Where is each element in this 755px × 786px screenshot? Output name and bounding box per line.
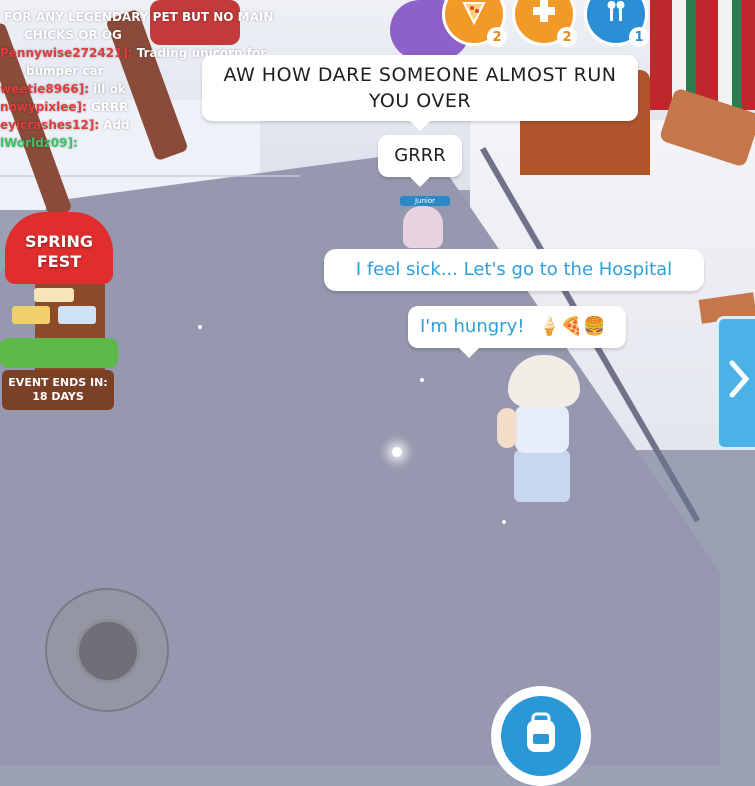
chevron-right-icon — [728, 359, 750, 408]
snowflake — [502, 520, 506, 524]
chat-message: ill ok — [93, 82, 126, 96]
sign-card — [58, 306, 96, 324]
chat-line: FOR ANY LEGENDARY PET BUT NO MAIN — [0, 8, 300, 26]
chat-message: GRRR — [90, 100, 129, 114]
snowflake — [198, 325, 202, 329]
backpack-button-inner[interactable] — [501, 696, 581, 776]
chat-username: weetie8966]: — [0, 82, 90, 96]
speech-bubble-grrr: GRRR — [378, 135, 462, 187]
health-plus-icon — [530, 0, 558, 32]
joystick-thumb[interactable] — [76, 619, 140, 683]
event-timer: EVENT ENDS IN: 18 DAYS — [2, 370, 114, 410]
chat-username: Pennywise272421]: — [0, 46, 133, 60]
backpack-icon — [521, 712, 561, 760]
food-emoji-icons: 🍦🍕🍔 — [538, 316, 606, 337]
npc-character[interactable] — [403, 206, 443, 248]
food-count-badge: 1 — [629, 27, 649, 47]
player-arm — [497, 408, 517, 448]
player-legs — [514, 450, 570, 502]
chat-message: Add — [103, 118, 130, 132]
speech-bubble-main: AW HOW DARE SOMEONE ALMOST RUN YOU OVER — [202, 55, 638, 131]
health-count-badge: 2 — [557, 27, 577, 47]
spring-fest-grass — [0, 338, 118, 368]
chat-username: nowypixlee]: — [0, 100, 87, 114]
speech-bubble-sick: I feel sick... Let's go to the Hospital — [324, 249, 704, 291]
side-menu-button[interactable] — [716, 316, 755, 450]
event-days: 18 DAYS — [32, 390, 84, 403]
sign-card — [12, 306, 50, 324]
speech-bubble-hungry: I'm hungry! 🍦🍕🍔 — [408, 306, 626, 358]
chat-message: bumper car — [26, 64, 104, 78]
sparkle — [392, 447, 402, 457]
event-ends-label: EVENT ENDS IN: — [8, 376, 108, 389]
chat-username: eyicrashes12]: — [0, 118, 100, 132]
chat-message: FOR ANY LEGENDARY PET BUT NO MAIN — [4, 10, 274, 24]
chat-line: CHICKS OR OG — [0, 26, 300, 44]
chat-line: lWorldz09]: — [0, 134, 300, 152]
fork-icon — [602, 0, 630, 32]
sign-card — [34, 288, 74, 302]
player-character — [515, 405, 569, 453]
snowflake — [420, 378, 424, 382]
npc-nametag: Junior — [400, 196, 450, 206]
spring-fest-sign[interactable]: SPRING FEST — [5, 212, 113, 284]
chat-message: CHICKS OR OG — [24, 28, 122, 42]
pizza-icon — [460, 0, 488, 32]
chat-username: lWorldz09]: — [0, 136, 78, 150]
stall-roof — [650, 0, 755, 110]
hungry-text: I'm hungry! — [420, 316, 525, 337]
pizza-count-badge: 2 — [487, 27, 507, 47]
